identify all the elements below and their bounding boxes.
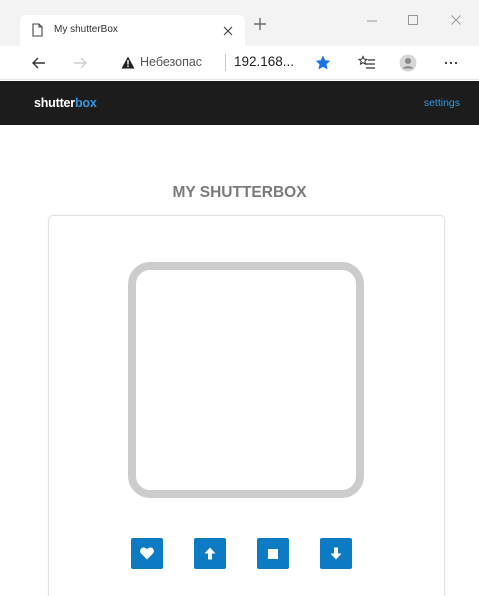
- site-navbar: shutterbox settings: [0, 81, 479, 125]
- favorite-position-button[interactable]: [131, 538, 163, 569]
- browser-toolbar: Небезопас 192.168...: [0, 46, 479, 80]
- address-security-status[interactable]: Небезопас: [140, 55, 202, 69]
- forward-icon[interactable]: [71, 54, 89, 72]
- close-window-icon[interactable]: [448, 12, 464, 28]
- brand-primary-text: shutter: [34, 96, 75, 110]
- heart-icon: [140, 547, 154, 560]
- stop-icon: [268, 548, 278, 559]
- tab-title: My shutterBox: [54, 24, 118, 35]
- move-down-button[interactable]: [320, 538, 352, 569]
- brand-accent-text: box: [74, 96, 97, 110]
- browser-tabstrip: My shutterBox: [0, 0, 479, 46]
- warning-icon[interactable]: [121, 56, 135, 69]
- favorites-list-icon[interactable]: [357, 54, 376, 72]
- settings-link[interactable]: settings: [424, 97, 460, 109]
- arrow-up-icon: [204, 547, 216, 560]
- shutter-position-frame: [128, 262, 364, 498]
- back-icon[interactable]: [30, 54, 48, 72]
- browser-tab[interactable]: My shutterBox: [20, 15, 245, 46]
- more-options-icon[interactable]: [442, 54, 460, 72]
- minimize-window-icon[interactable]: [364, 12, 380, 28]
- close-tab-icon[interactable]: [220, 23, 236, 39]
- arrow-down-icon: [330, 547, 342, 560]
- stop-button[interactable]: [257, 538, 289, 569]
- brand-logo[interactable]: shutterbox: [34, 96, 97, 110]
- address-url[interactable]: 192.168...: [234, 54, 294, 69]
- shutter-card: [48, 215, 445, 596]
- page-title: MY SHUTTERBOX: [172, 184, 307, 201]
- maximize-window-icon[interactable]: [405, 12, 421, 28]
- move-up-button[interactable]: [194, 538, 226, 569]
- profile-avatar-icon[interactable]: [399, 54, 417, 72]
- address-divider: [225, 54, 226, 71]
- page-icon: [32, 23, 43, 37]
- new-tab-icon[interactable]: [252, 16, 268, 32]
- favorite-star-icon[interactable]: [314, 54, 332, 72]
